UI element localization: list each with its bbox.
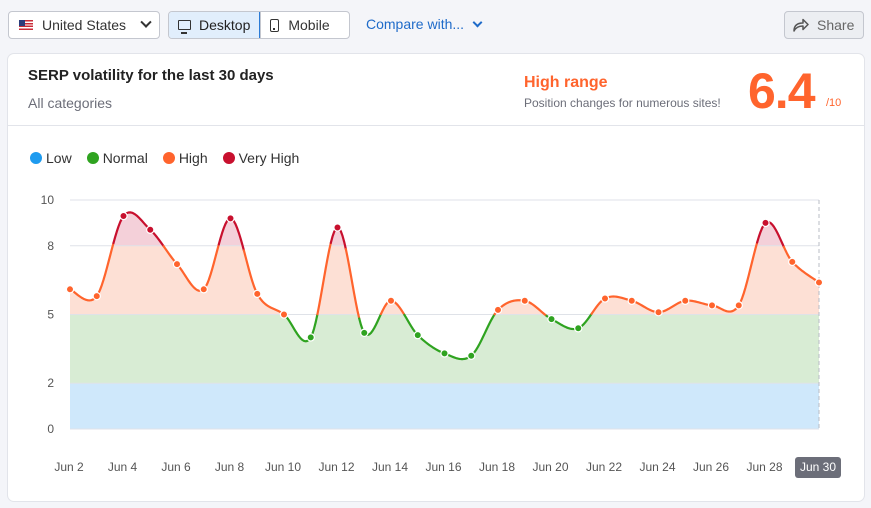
y-tick-label: 10 [41,193,55,207]
data-point [386,296,396,305]
x-tick-label: Jun 10 [265,460,301,474]
data-point [119,211,128,221]
data-point [360,328,369,338]
data-point [600,294,610,303]
data-point [520,296,529,305]
volatility-chart: 0 2 5 8 10 Jun 2 Jun 4 Jun 6 Jun 8 Jun 10 Jun 12 Ju… [41,193,841,478]
x-tick-label: Jun 12 [318,460,354,474]
data-point [172,259,182,269]
x-tick-label: Jun 14 [372,460,408,474]
data-point [547,314,556,324]
data-point [279,310,289,319]
data-point [306,333,315,342]
data-point [92,291,101,301]
x-tick-label: Jun 28 [746,460,782,474]
x-tick-label: Jun 22 [586,460,622,474]
y-tick-label: 2 [47,376,54,390]
x-tick-label: Jun 24 [639,460,675,474]
data-point [814,278,824,287]
x-tick-label: Jun 16 [425,460,461,474]
data-point [788,257,797,267]
x-tick-label: Jun 18 [479,460,515,474]
x-tick-label: Jun 8 [215,460,245,474]
data-point [146,225,155,234]
y-tick-label: 0 [47,422,54,436]
x-tick-label: Jun 2 [54,460,84,474]
data-point [333,223,342,232]
data-point [199,285,208,294]
data-point [761,218,770,228]
data-point [627,296,636,305]
data-point [65,285,75,294]
y-tick-label: 8 [47,239,54,253]
data-point [574,324,583,333]
data-point [467,351,476,360]
x-tick-label: Jun 30 [800,460,836,474]
data-point [413,330,422,340]
data-point [654,308,663,317]
y-tick-label: 5 [47,308,54,322]
data-point [226,214,235,223]
x-tick-label: Jun 20 [532,460,568,474]
x-tick-label: Jun 6 [161,460,191,474]
data-point [707,301,717,310]
x-tick-label: Jun 26 [693,460,729,474]
data-point [493,305,503,315]
data-point [440,349,449,358]
data-point [681,296,690,305]
data-point [734,301,743,310]
x-tick-label: Jun 4 [108,460,138,474]
data-point [253,289,262,299]
band-low [70,383,819,429]
